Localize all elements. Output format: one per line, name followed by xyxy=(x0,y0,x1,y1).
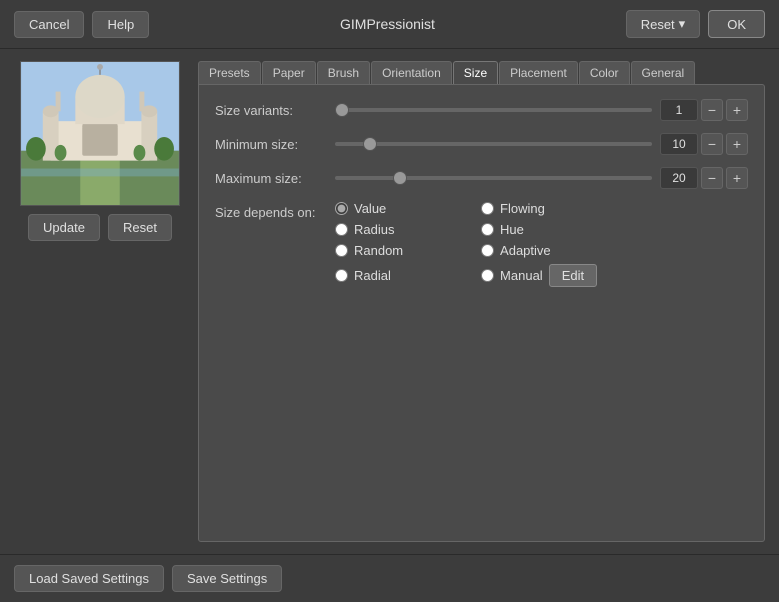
size-variants-label: Size variants: xyxy=(215,103,335,118)
tab-color[interactable]: Color xyxy=(579,61,630,84)
radio-manual-input[interactable] xyxy=(481,269,494,282)
radio-hue[interactable]: Hue xyxy=(481,222,597,237)
radio-flowing-input[interactable] xyxy=(481,202,494,215)
radio-radius-input[interactable] xyxy=(335,223,348,236)
reset-label: Reset xyxy=(641,17,675,32)
manual-row: Manual Edit xyxy=(481,264,597,287)
size-depends-row: Size depends on: Value Flowing Radius xyxy=(215,201,748,287)
size-variants-row: Size variants: 1 − + xyxy=(215,99,748,121)
radio-flowing[interactable]: Flowing xyxy=(481,201,597,216)
maximum-size-increment[interactable]: + xyxy=(726,167,748,189)
maximum-size-decrement[interactable]: − xyxy=(701,167,723,189)
radio-manual[interactable]: Manual xyxy=(481,268,543,283)
preview-image xyxy=(20,61,180,206)
minimum-size-slider-container xyxy=(335,142,652,146)
toolbar-right: Reset ▾ OK xyxy=(626,10,765,38)
maximum-size-row: Maximum size: 20 − + xyxy=(215,167,748,189)
radio-radial-label: Radial xyxy=(354,268,391,283)
toolbar-left: Cancel Help xyxy=(14,11,149,38)
radio-flowing-label: Flowing xyxy=(500,201,545,216)
size-variants-increment[interactable]: + xyxy=(726,99,748,121)
tab-bar: Presets Paper Brush Orientation Size Pla… xyxy=(198,61,765,84)
radio-hue-input[interactable] xyxy=(481,223,494,236)
size-variants-slider[interactable] xyxy=(335,108,652,112)
maximum-size-slider[interactable] xyxy=(335,176,652,180)
radio-options-grid: Value Flowing Radius Hue xyxy=(335,201,597,287)
ok-button[interactable]: OK xyxy=(708,10,765,38)
maximum-size-label: Maximum size: xyxy=(215,171,335,186)
right-panel: Presets Paper Brush Orientation Size Pla… xyxy=(198,61,765,542)
chevron-down-icon: ▾ xyxy=(679,16,686,32)
update-button[interactable]: Update xyxy=(28,214,100,241)
radio-random-label: Random xyxy=(354,243,403,258)
minimum-size-slider[interactable] xyxy=(335,142,652,146)
radio-value[interactable]: Value xyxy=(335,201,451,216)
radio-adaptive-label: Adaptive xyxy=(500,243,551,258)
minimum-size-value: 10 xyxy=(660,133,698,155)
radio-value-label: Value xyxy=(354,201,386,216)
size-variants-decrement[interactable]: − xyxy=(701,99,723,121)
minimum-size-increment[interactable]: + xyxy=(726,133,748,155)
left-panel: Update Reset xyxy=(14,61,186,542)
radio-radius-label: Radius xyxy=(354,222,394,237)
size-variants-slider-container xyxy=(335,108,652,112)
load-settings-button[interactable]: Load Saved Settings xyxy=(14,565,164,592)
image-buttons: Update Reset xyxy=(28,214,172,241)
bottom-bar: Load Saved Settings Save Settings xyxy=(0,554,779,602)
tab-general[interactable]: General xyxy=(631,61,696,84)
radio-radius[interactable]: Radius xyxy=(335,222,451,237)
tab-presets[interactable]: Presets xyxy=(198,61,261,84)
radio-random[interactable]: Random xyxy=(335,243,451,258)
minimum-size-decrement[interactable]: − xyxy=(701,133,723,155)
radio-radial-input[interactable] xyxy=(335,269,348,282)
radio-adaptive-input[interactable] xyxy=(481,244,494,257)
minimum-size-row: Minimum size: 10 − + xyxy=(215,133,748,155)
tab-paper[interactable]: Paper xyxy=(262,61,316,84)
top-bar: Cancel Help GIMPressionist Reset ▾ OK xyxy=(0,0,779,49)
radio-hue-label: Hue xyxy=(500,222,524,237)
radio-value-input[interactable] xyxy=(335,202,348,215)
size-variants-value: 1 xyxy=(660,99,698,121)
maximum-size-value: 20 xyxy=(660,167,698,189)
tab-brush[interactable]: Brush xyxy=(317,61,370,84)
minimum-size-label: Minimum size: xyxy=(215,137,335,152)
tab-size[interactable]: Size xyxy=(453,61,498,84)
size-tab-content: Size variants: 1 − + Minimum size: 10 − … xyxy=(198,84,765,542)
reset-button[interactable]: Reset ▾ xyxy=(626,10,701,38)
image-reset-button[interactable]: Reset xyxy=(108,214,172,241)
edit-button[interactable]: Edit xyxy=(549,264,597,287)
main-area: Update Reset Presets Paper Brush Orienta… xyxy=(0,49,779,554)
save-settings-button[interactable]: Save Settings xyxy=(172,565,282,592)
cancel-button[interactable]: Cancel xyxy=(14,11,84,38)
app-title: GIMPressionist xyxy=(340,16,435,32)
radio-random-input[interactable] xyxy=(335,244,348,257)
tab-placement[interactable]: Placement xyxy=(499,61,578,84)
maximum-size-slider-container xyxy=(335,176,652,180)
radio-radial[interactable]: Radial xyxy=(335,264,451,287)
radio-manual-label: Manual xyxy=(500,268,543,283)
radio-adaptive[interactable]: Adaptive xyxy=(481,243,597,258)
help-button[interactable]: Help xyxy=(92,11,149,38)
size-depends-label: Size depends on: xyxy=(215,201,335,220)
tab-orientation[interactable]: Orientation xyxy=(371,61,452,84)
